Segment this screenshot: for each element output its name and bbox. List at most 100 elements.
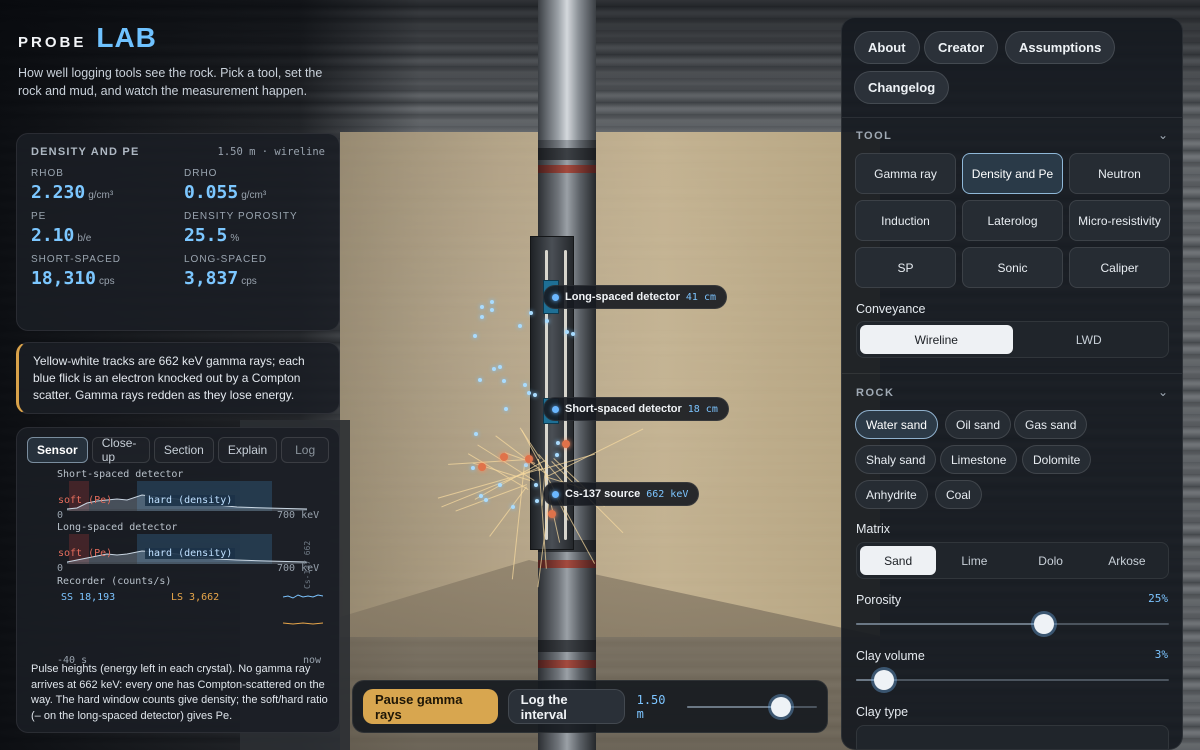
logo-probe: PROBE [18,34,87,51]
chevron-down-icon[interactable]: ⌄ [1158,385,1168,399]
tool-collar [538,148,596,160]
tab-section[interactable]: Section [153,437,214,463]
metric-long-spaced: LONG-SPACED 3,837 cps [184,254,324,289]
electron-flick [510,504,515,509]
changelog-button[interactable]: Changelog [854,71,950,104]
scattered-gamma [548,510,556,518]
slider-knob[interactable] [874,670,895,690]
rock-dolomite[interactable]: Dolomite [1022,445,1092,474]
metric-label: RHOB [31,168,64,179]
assumptions-button[interactable]: Assumptions [1005,31,1116,64]
matrix-arkose[interactable]: Arkose [1089,546,1165,575]
ss-count-reading: SS 18,193 [61,592,116,603]
electron-flick [479,315,484,320]
tab-close-up[interactable]: Close-up [91,436,150,464]
tool-micro-resistivity[interactable]: Micro-resistivity [1069,200,1170,241]
callout-label: Short-spaced detector [565,403,682,415]
matrix-dolo[interactable]: Dolo [1013,546,1089,575]
metric-value: 2.10 [31,225,75,246]
chevron-down-icon[interactable]: ⌄ [1158,128,1168,142]
scattered-gamma [500,453,508,461]
matrix-sand[interactable]: Sand [860,546,937,575]
tool-gamma-ray[interactable]: Gamma ray [855,153,956,194]
rock-limestone[interactable]: Limestone [940,445,1018,474]
app-tagline: How well logging tools see the rock. Pic… [18,66,323,98]
callout-value: 18 cm [687,403,718,415]
axis-min: 0 [57,510,64,521]
electron-flick [556,440,561,445]
creator-button[interactable]: Creator [924,31,999,64]
tool-laterolog[interactable]: Laterolog [962,200,1063,241]
clay-volume-value: 3% [1154,648,1168,661]
electron-flick [497,482,502,487]
wireline-cable [538,0,596,140]
metric-rhob: RHOB 2.230 g/cm³ [31,168,184,203]
rock-coal[interactable]: Coal [935,480,982,509]
marker-dot-icon [552,293,559,301]
photopeak-marker-label: Cs-137 662 [303,540,312,589]
metric-pe: PE 2.10 b/e [31,211,184,246]
slider-knob[interactable] [770,696,791,717]
axis-max: 700 keV [277,510,320,521]
metric-value: 0.055 [184,182,239,203]
clay-type-toggle[interactable] [856,725,1169,749]
about-button[interactable]: About [854,31,920,64]
conveyance-lwd[interactable]: LWD [1013,325,1166,354]
log-interval-button[interactable]: Log the interval [507,689,625,724]
soft-window-label: soft (Pe) [58,495,113,506]
slider-rail [856,679,1169,681]
porosity-value: 25% [1148,592,1168,605]
conveyance-toggle: Wireline LWD [856,321,1169,358]
metric-drho: DRHO 0.055 g/cm³ [184,168,324,203]
tool-caliper[interactable]: Caliper [1069,247,1170,288]
callout-value: 41 cm [685,291,717,303]
rock-gas-sand[interactable]: Gas sand [1014,410,1088,439]
callout-source: Cs-137 source 662 keV [543,482,700,506]
callout-value: 662 keV [646,488,689,500]
tool-induction[interactable]: Induction [855,200,956,241]
slider-knob[interactable] [1033,614,1054,634]
rock-anhydrite[interactable]: Anhydrite [855,480,928,509]
clay-volume-slider[interactable] [856,670,1169,690]
marker-dot-icon [552,405,559,413]
rock-section-title: ROCK [856,387,895,399]
callout-long-spaced: Long-spaced detector 41 cm [543,285,728,309]
metric-unit: b/e [77,233,92,244]
long-spaced-spectrum-label: Long-spaced detector [57,522,178,533]
sensor-footnote: Pulse heights (energy left in each cryst… [31,663,328,722]
readout-depth: 1.50 m · wireline [217,146,325,158]
tool-density-and-pe[interactable]: Density and Pe [962,153,1063,194]
electron-flick [544,318,549,323]
rock-oil-sand[interactable]: Oil sand [945,410,1012,439]
interval-slider[interactable] [687,696,817,717]
tab-explain[interactable]: Explain [217,437,278,463]
metric-unit: cps [241,276,257,287]
divider [842,373,1182,374]
tool-neutron[interactable]: Neutron [1069,153,1170,194]
pause-gamma-rays-button[interactable]: Pause gamma rays [363,689,498,724]
conveyance-wireline[interactable]: Wireline [860,325,1013,354]
tool-collar [538,660,596,668]
hard-window-label: hard (density) [145,548,236,559]
metric-value: 25.5 [184,225,228,246]
callout-label: Cs-137 source [565,488,641,500]
app-logo: PROBE LAB [18,22,157,54]
porosity-slider[interactable] [856,614,1169,634]
electron-flick [522,382,527,387]
tool-sonic[interactable]: Sonic [962,247,1063,288]
rock-shaly-sand[interactable]: Shaly sand [855,445,937,474]
tab-sensor[interactable]: Sensor [27,437,88,463]
scattered-gamma [562,440,570,448]
tool-sp[interactable]: SP [855,247,956,288]
metric-short-spaced: SHORT-SPACED 18,310 cps [31,254,184,289]
soft-window-label: soft (Pe) [58,548,113,559]
tool-section-title: TOOL [856,130,893,142]
rock-water-sand[interactable]: Water sand [855,410,938,439]
matrix-lime[interactable]: Lime [936,546,1012,575]
scattered-gamma [478,463,486,471]
scattered-gamma [525,455,533,463]
tab-log[interactable]: Log [281,437,329,463]
metric-unit: g/cm³ [88,190,114,201]
interval-value: 1.50 m [636,692,666,721]
electron-flick [477,378,482,383]
